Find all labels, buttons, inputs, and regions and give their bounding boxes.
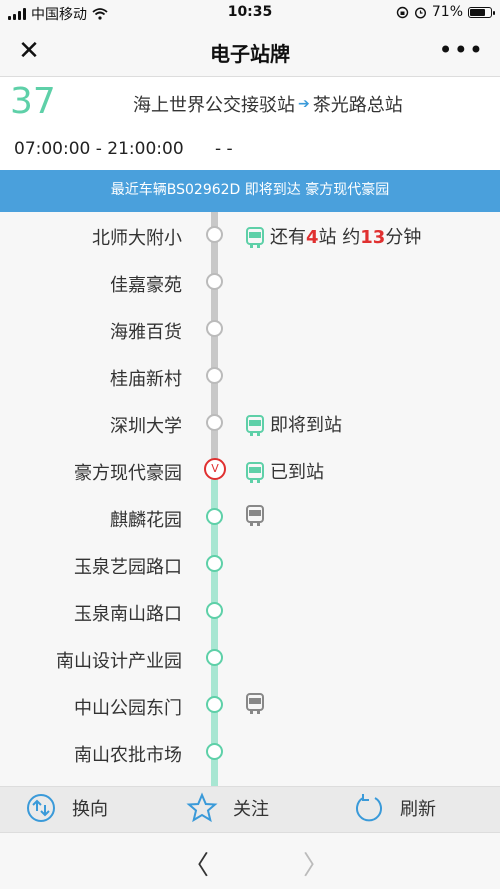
stop-dot xyxy=(206,696,223,713)
alarm-icon xyxy=(414,6,426,19)
stop-item[interactable]: 玉泉艺园路口 xyxy=(0,547,500,594)
stop-item[interactable]: 佳嘉豪苑 xyxy=(0,265,500,312)
follow-button[interactable]: 关注 xyxy=(185,791,269,825)
bus-info: 已到站 xyxy=(246,458,324,484)
stop-name: 桂庙新村 xyxy=(110,369,182,390)
route-direction: 海上世界公交接驳站 ➔ 茶光路总站 xyxy=(133,91,403,117)
stop-name: 南山设计产业园 xyxy=(56,651,182,672)
stop-item[interactable]: 北师大附小 还有4站 约13分钟 xyxy=(0,218,500,265)
bus-info: 即将到站 xyxy=(246,411,342,437)
refresh-label: 刷新 xyxy=(400,799,436,820)
swap-direction-icon xyxy=(24,791,58,825)
stop-item[interactable]: 南山设计产业园 xyxy=(0,641,500,688)
bus-icon xyxy=(246,693,264,714)
stop-name: 中山公园东门 xyxy=(74,698,182,719)
stop-dot xyxy=(206,320,223,337)
route-destination: 茶光路总站 xyxy=(312,95,403,116)
stop-item[interactable]: 桂庙新村 xyxy=(0,359,500,406)
stop-dot xyxy=(206,602,223,619)
stop-name: 深圳大学 xyxy=(110,416,182,437)
stop-name: 北师大附小 xyxy=(92,228,182,249)
refresh-button[interactable]: 刷新 xyxy=(352,791,436,825)
stop-item-current[interactable]: 豪方现代豪园 V 已到站 xyxy=(0,453,500,500)
stop-dot xyxy=(206,508,223,525)
status-bar: 中国移动 10:35 71% xyxy=(0,0,500,26)
page-title: 电子站牌 xyxy=(210,42,290,66)
stop-dot xyxy=(206,743,223,760)
route-number: 37 xyxy=(10,81,56,122)
swap-direction-label: 换向 xyxy=(72,799,108,820)
bus-eta: 还有4站 约13分钟 xyxy=(270,227,422,248)
arrival-notice: 最近车辆BS02962D 即将到达 豪方现代豪园 xyxy=(0,170,500,212)
stop-list[interactable]: 北师大附小 还有4站 约13分钟 佳嘉豪苑 海雅百货 桂庙新村 深圳大学 即将到… xyxy=(0,212,500,786)
stop-name: 南山农批市场 xyxy=(74,745,182,766)
stop-dot xyxy=(206,414,223,431)
stop-dot xyxy=(206,367,223,384)
stop-dot xyxy=(206,226,223,243)
route-header: 37 海上世界公交接驳站 ➔ 茶光路总站 07:00:00 - 21:00:00… xyxy=(0,77,500,170)
follow-label: 关注 xyxy=(233,799,269,820)
more-options-icon[interactable]: ••• xyxy=(439,36,484,64)
forward-icon[interactable]: 〉 xyxy=(303,845,329,882)
stop-dot xyxy=(206,555,223,572)
action-toolbar: 换向 关注 刷新 xyxy=(0,786,500,833)
bus-icon xyxy=(246,462,264,483)
service-hours: 07:00:00 - 21:00:00 xyxy=(14,139,184,159)
bus-info xyxy=(246,693,264,714)
stop-item[interactable]: 中山公园东门 xyxy=(0,688,500,735)
orientation-lock-icon xyxy=(396,6,409,18)
bus-icon xyxy=(246,505,264,526)
stop-name: 玉泉南山路口 xyxy=(74,604,182,625)
service-hours-extra: - - xyxy=(215,139,233,159)
nav-bar: ✕ 电子站牌 ••• xyxy=(0,26,500,77)
refresh-icon xyxy=(352,791,386,825)
stop-name: 海雅百货 xyxy=(110,322,182,343)
bus-icon xyxy=(246,415,264,436)
stop-item[interactable]: 麒麟花园 xyxy=(0,500,500,547)
bus-info: 还有4站 约13分钟 xyxy=(246,223,421,249)
status-right: 71% xyxy=(396,4,495,20)
stop-dot xyxy=(206,649,223,666)
battery-icon xyxy=(468,6,495,18)
bus-info xyxy=(246,505,264,526)
swap-direction-button[interactable]: 换向 xyxy=(24,791,108,825)
back-icon[interactable]: 〈 xyxy=(183,845,209,882)
battery-percent: 71% xyxy=(431,4,463,20)
stop-name: 玉泉艺园路口 xyxy=(74,557,182,578)
direction-arrow-icon: ➔ xyxy=(298,96,310,112)
bus-status: 已到站 xyxy=(270,462,324,483)
stop-dot xyxy=(206,273,223,290)
stop-item[interactable]: 深圳大学 即将到站 xyxy=(0,406,500,453)
stop-item[interactable]: 南山农批市场 xyxy=(0,735,500,782)
current-location-icon: V xyxy=(204,458,226,480)
bottom-nav: 〈 〉 xyxy=(0,832,500,889)
stop-name: 豪方现代豪园 xyxy=(74,463,182,484)
stop-name: 佳嘉豪苑 xyxy=(110,275,182,296)
bus-icon xyxy=(246,227,264,248)
stop-item[interactable]: 玉泉南山路口 xyxy=(0,594,500,641)
bus-status: 即将到站 xyxy=(270,415,342,436)
stop-item[interactable]: 海雅百货 xyxy=(0,312,500,359)
star-icon xyxy=(185,791,219,825)
stop-name: 麒麟花园 xyxy=(110,510,182,531)
route-origin: 海上世界公交接驳站 xyxy=(133,95,295,116)
